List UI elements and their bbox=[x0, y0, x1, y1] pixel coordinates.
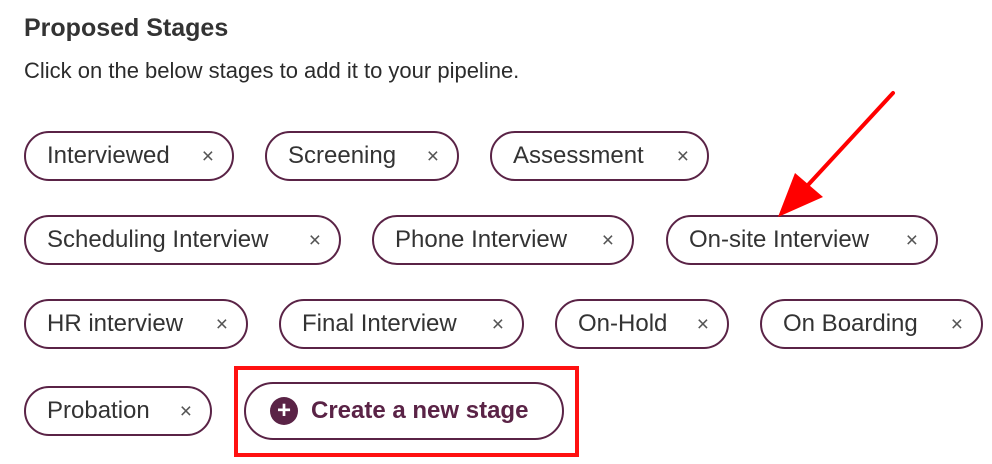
stage-chip-probation[interactable]: Probation × bbox=[24, 386, 212, 436]
stage-label: Scheduling Interview bbox=[47, 226, 269, 253]
section-title: Proposed Stages bbox=[24, 14, 229, 42]
arrow-shaft bbox=[806, 91, 895, 187]
stage-chip-scheduling-interview[interactable]: Scheduling Interview × bbox=[24, 215, 341, 265]
stage-label: Interviewed bbox=[47, 142, 170, 169]
close-icon[interactable]: × bbox=[423, 144, 443, 169]
stage-chip-final-interview[interactable]: Final Interview × bbox=[279, 299, 524, 349]
close-icon[interactable]: × bbox=[598, 228, 618, 253]
stage-chip-hr-interview[interactable]: HR interview × bbox=[24, 299, 248, 349]
stage-label: Assessment bbox=[513, 142, 644, 169]
stage-chip-screening[interactable]: Screening × bbox=[265, 131, 459, 181]
stage-chip-phone-interview[interactable]: Phone Interview × bbox=[372, 215, 634, 265]
stage-label: HR interview bbox=[47, 310, 184, 337]
close-icon[interactable]: × bbox=[902, 228, 922, 253]
close-icon[interactable]: × bbox=[947, 312, 967, 337]
plus-circle-icon: + bbox=[270, 397, 298, 425]
stage-chip-on-site-interview[interactable]: On-site Interview × bbox=[666, 215, 938, 265]
stage-chip-on-hold[interactable]: On-Hold × bbox=[555, 299, 729, 349]
stage-label: Probation bbox=[47, 397, 150, 424]
create-new-stage-button[interactable]: + Create a new stage bbox=[244, 382, 564, 440]
stage-label: On-site Interview bbox=[689, 226, 870, 253]
stage-chip-on-boarding[interactable]: On Boarding × bbox=[760, 299, 983, 349]
stage-label: On-Hold bbox=[578, 310, 668, 337]
close-icon[interactable]: × bbox=[176, 399, 196, 424]
stage-label: Screening bbox=[288, 142, 397, 169]
close-icon[interactable]: × bbox=[305, 228, 325, 253]
close-icon[interactable]: × bbox=[212, 312, 232, 337]
stage-label: Final Interview bbox=[302, 310, 457, 337]
section-description: Click on the below stages to add it to y… bbox=[24, 58, 520, 83]
close-icon[interactable]: × bbox=[673, 144, 693, 169]
stage-label: Phone Interview bbox=[395, 226, 568, 253]
stage-chip-interviewed[interactable]: Interviewed × bbox=[24, 131, 234, 181]
stage-label: On Boarding bbox=[783, 310, 918, 337]
close-icon[interactable]: × bbox=[198, 144, 218, 169]
arrow-head bbox=[778, 173, 823, 217]
close-icon[interactable]: × bbox=[488, 312, 508, 337]
create-new-stage-label: Create a new stage bbox=[311, 397, 529, 424]
stage-chip-assessment[interactable]: Assessment × bbox=[490, 131, 709, 181]
close-icon[interactable]: × bbox=[693, 312, 713, 337]
